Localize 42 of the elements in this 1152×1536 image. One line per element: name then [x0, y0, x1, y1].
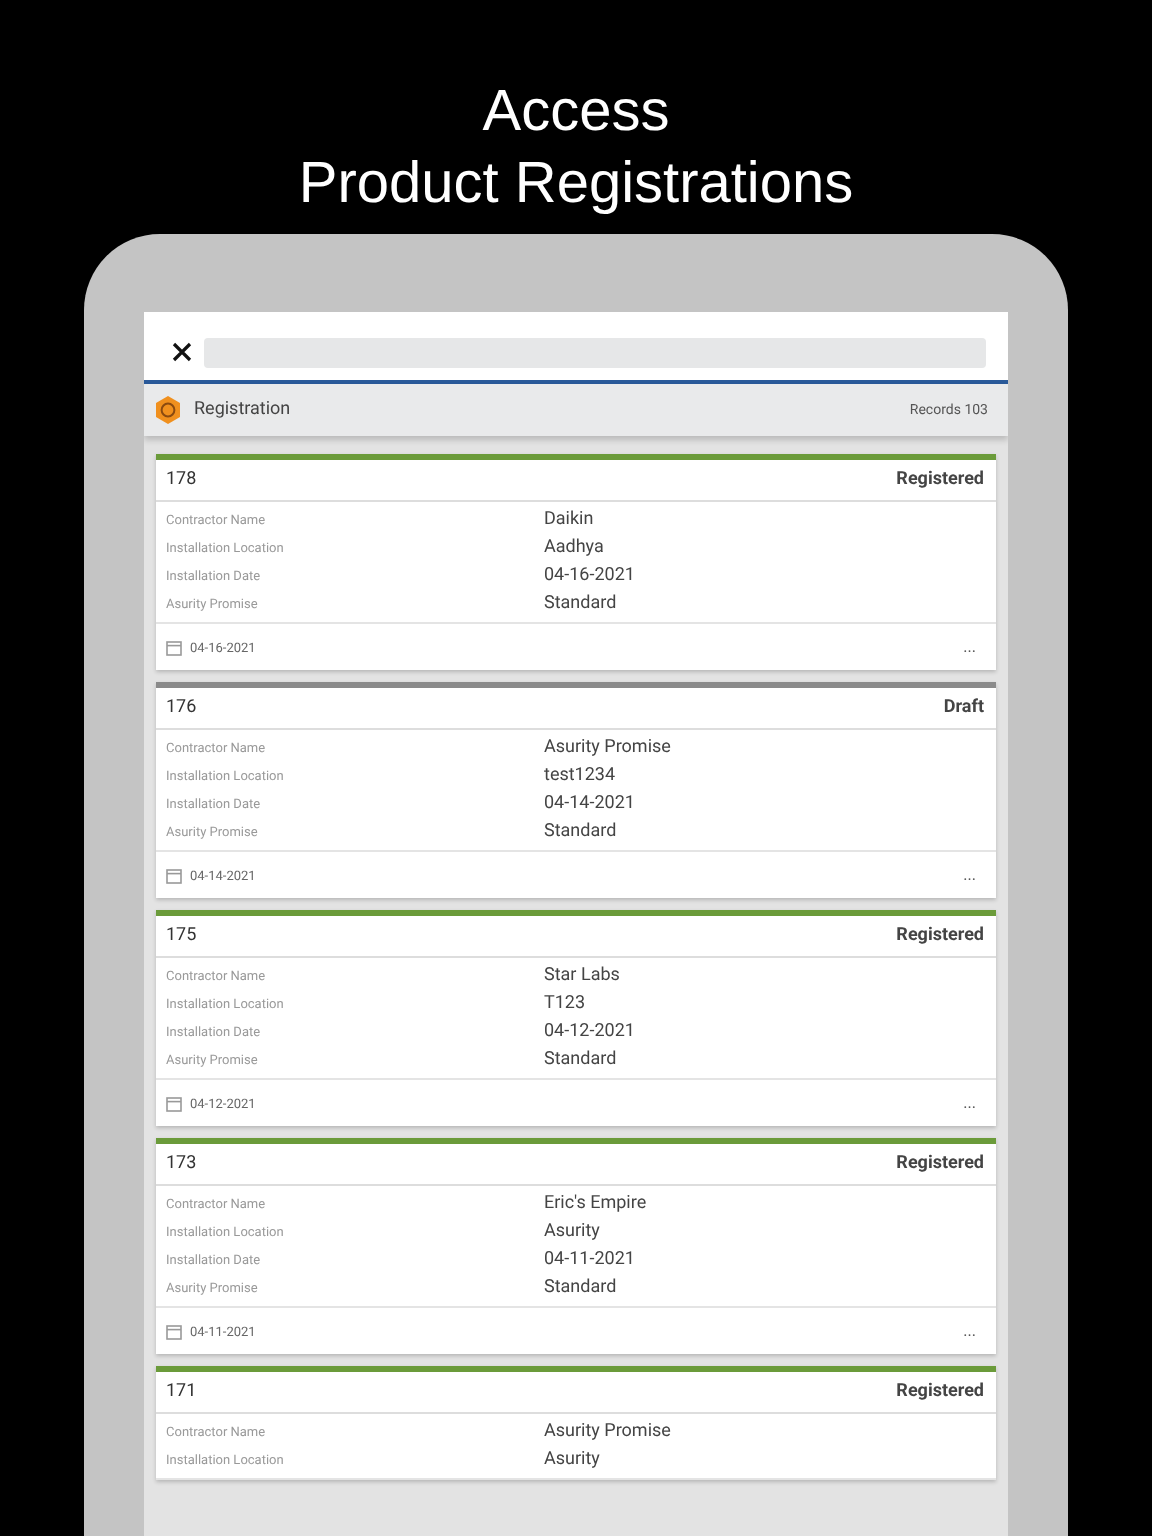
- status-label: Draft: [943, 698, 984, 718]
- field-value: Standard: [544, 594, 619, 614]
- field-value: 04-11-2021: [544, 1250, 637, 1270]
- field-value: 04-14-2021: [544, 794, 637, 814]
- field-value: Eric's Empire: [544, 1194, 649, 1214]
- field-value: Standard: [544, 822, 619, 842]
- status-label: Registered: [896, 926, 984, 946]
- field-value: Asurity: [544, 1450, 602, 1470]
- registration-number: 176: [166, 698, 197, 718]
- status-label: Registered: [896, 1382, 984, 1402]
- field-value: 04-12-2021: [544, 1022, 637, 1042]
- close-icon[interactable]: [172, 342, 192, 362]
- field-value: Standard: [544, 1278, 619, 1298]
- field-value: Standard: [544, 1050, 619, 1070]
- calendar-icon: [166, 1323, 182, 1339]
- more-options[interactable]: ...: [963, 1322, 976, 1340]
- status-label: Registered: [896, 470, 984, 490]
- calendar-icon: [166, 1095, 182, 1111]
- headline: Access: [482, 78, 670, 148]
- section-title: Registration: [194, 400, 293, 420]
- registration-number: 178: [166, 470, 197, 490]
- field-value: 04-16-2021: [544, 566, 637, 586]
- field-value: Aadhya: [544, 538, 606, 558]
- registration-number: 173: [166, 1154, 197, 1174]
- registration-number: 171: [166, 1382, 197, 1402]
- field-value: test1234: [544, 766, 618, 786]
- headline: Product Registrations: [298, 150, 854, 220]
- calendar-icon: [166, 639, 182, 655]
- logo-icon: [154, 396, 182, 424]
- field-value: Star Labs: [544, 966, 622, 986]
- registration-number: 175: [166, 926, 197, 946]
- field-value: Daikin: [544, 510, 596, 530]
- more-options[interactable]: ...: [963, 1094, 976, 1112]
- field-value: T123: [544, 994, 588, 1014]
- more-options[interactable]: ...: [963, 866, 976, 884]
- calendar-icon: [166, 867, 182, 883]
- field-value: Asurity: [544, 1222, 602, 1242]
- field-value: Asurity Promise: [544, 1422, 673, 1442]
- search-field[interactable]: [204, 338, 986, 368]
- status-label: Registered: [896, 1154, 984, 1174]
- field-value: Asurity Promise: [544, 738, 673, 758]
- more-options[interactable]: ...: [963, 638, 976, 656]
